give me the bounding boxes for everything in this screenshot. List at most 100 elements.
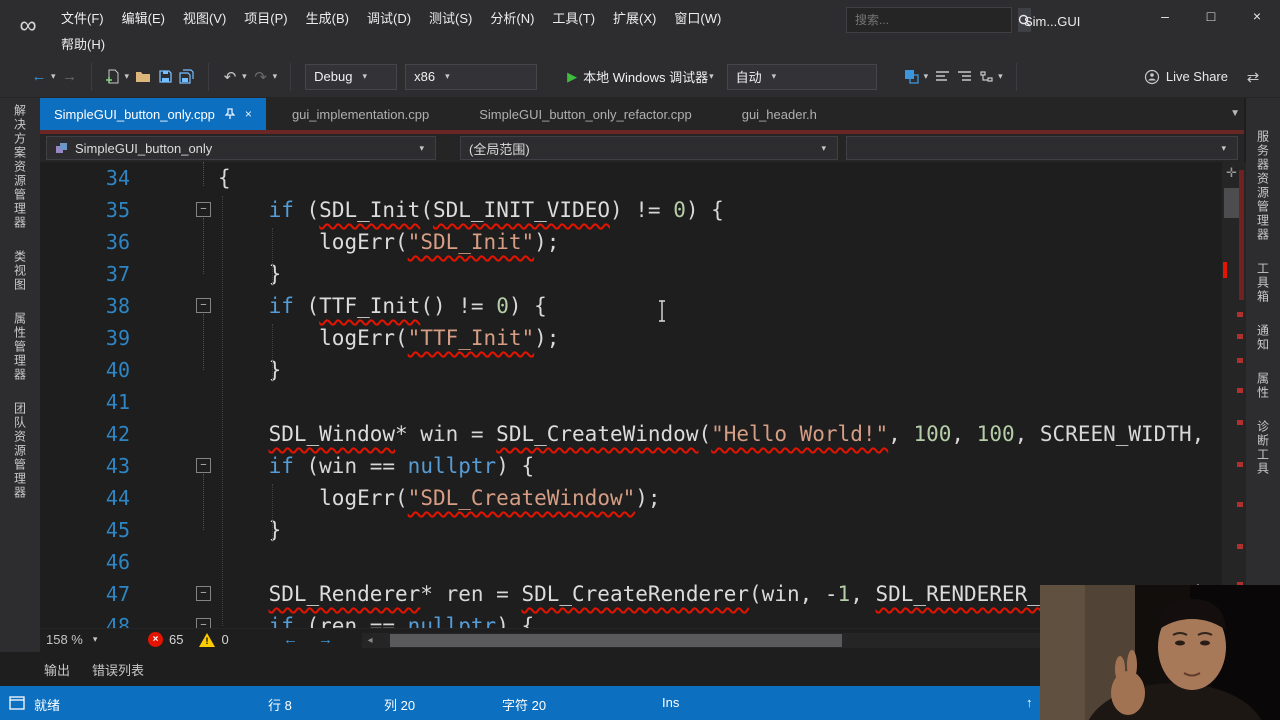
send-feedback-icon[interactable]: ⇄ — [1242, 65, 1264, 89]
code-editor[interactable]: 34 {35 − if (SDL_Init(SDL_INIT_VIDEO) != 0… — [40, 162, 1222, 628]
code-line[interactable]: 34 { — [40, 162, 1222, 194]
navigate-forward-icon[interactable]: → — [318, 631, 333, 648]
attach-icon[interactable] — [901, 65, 923, 89]
left-tool-tab-1[interactable]: 类视图 — [12, 250, 29, 292]
fold-marker-icon[interactable]: − — [196, 458, 211, 473]
save-all-icon[interactable] — [176, 65, 198, 89]
menu-item-4[interactable]: 生成(B) — [297, 0, 358, 34]
horizontal-scroll-thumb[interactable] — [390, 634, 842, 647]
scroll-left-icon[interactable]: ◂ — [362, 635, 378, 646]
left-tool-tab-3[interactable]: 团队资源管理器 — [12, 402, 29, 500]
redo-caret-icon[interactable]: ▾ — [273, 71, 278, 82]
configuration-dropdown[interactable]: Debug ▾ — [305, 63, 398, 90]
menu-item-0[interactable]: 文件(F) — [52, 0, 113, 34]
code-line[interactable]: 41 — [40, 386, 1222, 418]
menu-item-7[interactable]: 分析(N) — [481, 0, 543, 34]
zoom-control[interactable]: 158 % ▾ — [46, 632, 100, 647]
status-insert-mode: Ins — [662, 695, 680, 710]
project-dropdown[interactable]: SimpleGUI_button_only ▾ — [46, 136, 436, 160]
platform-dropdown[interactable]: x86 ▾ — [405, 63, 538, 90]
undo-caret-icon[interactable]: ▾ — [242, 71, 247, 82]
right-tool-tab-1[interactable]: 工具箱 — [1255, 262, 1272, 304]
tab-overflow-icon[interactable]: ▼ — [1230, 108, 1240, 119]
navigate-backward-icon[interactable]: ← — [283, 631, 298, 648]
tab-3[interactable]: gui_header.h — [718, 98, 841, 130]
tab-0[interactable]: SimpleGUI_button_only.cpp × — [40, 98, 266, 130]
code-line[interactable]: 35 − if (SDL_Init(SDL_INIT_VIDEO) != 0) { — [40, 194, 1222, 226]
new-file-caret-icon[interactable]: ▾ — [125, 71, 130, 82]
menu-bar: 文件(F) 编辑(E) 视图(V) 项目(P) 生成(B) 调试(D) 测试(S) 分析(N)… — [52, 0, 730, 34]
right-tool-tab-3[interactable]: 属性 — [1255, 372, 1272, 400]
scope-dropdown[interactable]: (全局范围) ▾ — [460, 136, 838, 160]
code-line[interactable]: 38 − if (TTF_Init() != 0) { — [40, 290, 1222, 322]
fold-marker-icon[interactable]: − — [196, 618, 211, 628]
start-debugging-button[interactable]: ▶ 本地 Windows 调试器 ▾ — [567, 67, 717, 86]
code-line[interactable]: 46 — [40, 546, 1222, 578]
pin-icon[interactable] — [224, 108, 235, 120]
new-file-icon[interactable] — [102, 65, 124, 89]
error-indicator[interactable]: × 65 ! 0 — [148, 632, 229, 647]
editor-vertical-scrollbar[interactable]: ✛ — [1222, 162, 1246, 628]
code-line[interactable]: 36 logErr("SDL_Init"); — [40, 226, 1222, 258]
hierarchy-icon[interactable] — [975, 65, 997, 89]
indent-guide — [272, 324, 273, 382]
minimize-button[interactable]: – — [1142, 0, 1188, 32]
warning-count: 0 — [221, 632, 229, 647]
menu-item-8[interactable]: 工具(T) — [543, 0, 604, 34]
line-number: 48 — [105, 614, 130, 628]
menu-item-10[interactable]: 窗口(W) — [665, 0, 730, 34]
code-line[interactable]: 44 logErr("SDL_CreateWindow"); — [40, 482, 1222, 514]
panel-tab-error-list[interactable]: 错误列表 — [92, 660, 144, 679]
code-text: if (TTF_Init() != 0) { — [268, 294, 547, 318]
menu-item-6[interactable]: 测试(S) — [420, 0, 481, 34]
fold-marker-icon[interactable]: − — [196, 202, 211, 217]
menu-item-5[interactable]: 调试(D) — [358, 0, 420, 34]
attach-caret-icon[interactable]: ▾ — [924, 71, 929, 82]
code-line[interactable]: 42 SDL_Window* win = SDL_CreateWindow("H… — [40, 418, 1222, 450]
menu-item-1[interactable]: 编辑(E) — [113, 0, 174, 34]
outline-icon[interactable] — [931, 65, 953, 89]
redo-icon[interactable]: ↷ — [250, 65, 272, 89]
fold-guide — [203, 474, 204, 530]
left-tool-tab-2[interactable]: 属性管理器 — [12, 312, 29, 382]
tab-1[interactable]: gui_implementation.cpp — [268, 98, 453, 130]
code-line[interactable]: 45 } — [40, 514, 1222, 546]
right-tool-tab-2[interactable]: 通知 — [1255, 324, 1272, 352]
left-tool-tab-0[interactable]: 解决方案资源管理器 — [12, 104, 29, 230]
code-line[interactable]: 37 } — [40, 258, 1222, 290]
project-dropdown-caret-icon: ▾ — [419, 142, 424, 153]
background-tasks-icon[interactable] — [9, 696, 25, 710]
hierarchy-caret-icon[interactable]: ▾ — [998, 71, 1003, 82]
indent-icon[interactable] — [953, 65, 975, 89]
menu-item-3[interactable]: 项目(P) — [235, 0, 296, 34]
code-line[interactable]: 39 logErr("TTF_Init"); — [40, 322, 1222, 354]
fold-marker-icon[interactable]: − — [196, 298, 211, 313]
undo-icon[interactable]: ↶ — [219, 65, 241, 89]
menu-item-9[interactable]: 扩展(X) — [604, 0, 665, 34]
fold-marker-icon[interactable]: − — [196, 586, 211, 601]
close-button[interactable]: × — [1234, 0, 1280, 32]
tab-close-icon[interactable]: × — [245, 107, 252, 121]
line-number: 40 — [105, 358, 130, 382]
live-share-button[interactable]: Live Share — [1144, 69, 1228, 85]
navigate-forward-icon[interactable]: → — [59, 65, 81, 89]
right-tool-tab-0[interactable]: 服务器资源管理器 — [1255, 130, 1272, 242]
splitter-grip-icon[interactable]: ✛ — [1226, 165, 1237, 181]
auto-dropdown[interactable]: 自动 ▾ — [726, 63, 877, 90]
tab-2[interactable]: SimpleGUI_button_only_refactor.cpp — [455, 98, 715, 130]
publish-icon[interactable]: ↑ — [1026, 695, 1033, 710]
menu-item-help[interactable]: 帮助(H) — [52, 30, 114, 56]
navigate-back-caret-icon[interactable]: ▾ — [51, 71, 56, 82]
code-line[interactable]: 43 − if (win == nullptr) { — [40, 450, 1222, 482]
menu-item-2[interactable]: 视图(V) — [174, 0, 235, 34]
maximize-button[interactable]: □ — [1188, 0, 1234, 32]
navigate-back-icon[interactable]: ← — [28, 65, 50, 89]
code-line[interactable]: 40 } — [40, 354, 1222, 386]
save-icon[interactable] — [154, 65, 176, 89]
member-dropdown[interactable]: ▾ — [846, 136, 1238, 160]
search-box[interactable] — [846, 7, 1031, 33]
panel-tab-output[interactable]: 输出 — [44, 660, 70, 679]
right-tool-tab-4[interactable]: 诊断工具 — [1255, 420, 1272, 476]
search-input[interactable] — [847, 13, 1018, 27]
open-folder-icon[interactable] — [132, 65, 154, 89]
